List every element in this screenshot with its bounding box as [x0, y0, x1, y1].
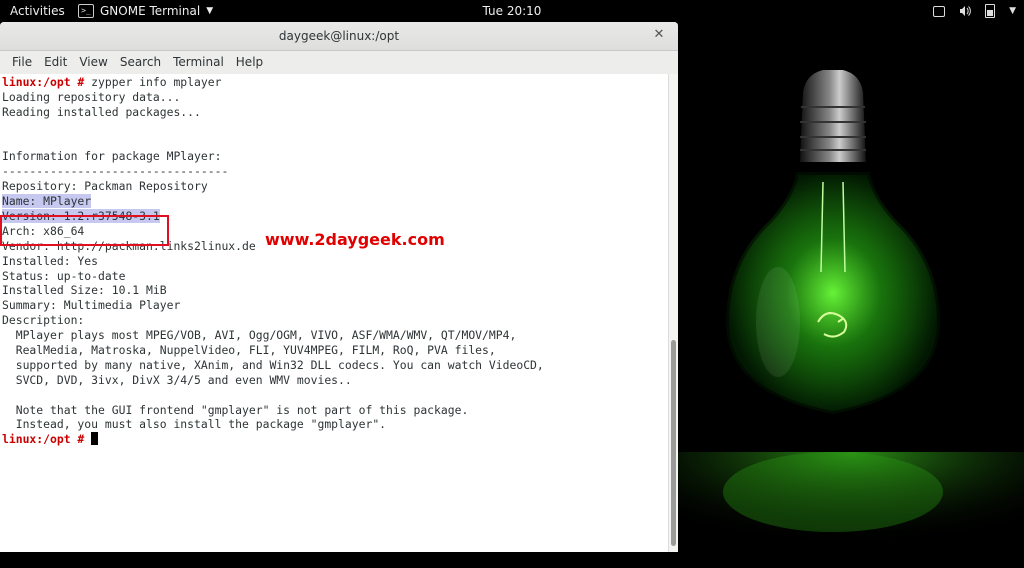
terminal-line: SVCD, DVD, 3ivx, DivX 3/4/5 and even WMV…: [0, 373, 668, 388]
line-text: Instead, you must also install the packa…: [2, 417, 387, 432]
line-text: ---------------------------------: [2, 164, 229, 179]
scrollbar-thumb[interactable]: [671, 340, 676, 546]
system-status-area[interactable]: ▼: [933, 4, 1016, 18]
prompt-line: linux:/opt #: [0, 432, 668, 447]
terminal-output[interactable]: linux:/opt # zypper info mplayer Loading …: [0, 74, 668, 552]
terminal-window: daygeek@linux:/opt ✕ File Edit View Sear…: [0, 22, 678, 552]
terminal-line: ---------------------------------: [0, 164, 668, 179]
line-text: Note that the GUI frontend "gmplayer" is…: [2, 402, 469, 417]
line-text: MPlayer plays most MPEG/VOB, AVI, Ogg/OG…: [2, 328, 517, 343]
line-text: Repository: Packman Repository: [2, 179, 208, 194]
watermark-text: www.2daygeek.com: [265, 230, 445, 249]
terminal-line: Description:: [0, 313, 668, 328]
line-text: Installed: Yes: [2, 253, 99, 268]
terminal-line: Installed Size: 10.1 MiB: [0, 283, 668, 298]
window-titlebar[interactable]: daygeek@linux:/opt ✕: [0, 22, 678, 51]
line-text: Installed Size: 10.1 MiB: [2, 283, 167, 298]
battery-icon: [985, 4, 996, 18]
clock[interactable]: Tue 20:10: [0, 4, 1024, 18]
line-text: RealMedia, Matroska, NuppelVideo, FLI, Y…: [2, 343, 496, 358]
terminal-line: supported by many native, XAnim, and Win…: [0, 358, 668, 373]
line-text: SVCD, DVD, 3ivx, DivX 3/4/5 and even WMV…: [2, 372, 352, 387]
terminal-line: Loading repository data...: [0, 90, 668, 105]
menu-view[interactable]: View: [73, 51, 113, 74]
menu-edit[interactable]: Edit: [38, 51, 73, 74]
top-bar: Activities >_ GNOME Terminal ▼ Tue 20:10…: [0, 0, 1024, 22]
terminal-line: Information for package MPlayer:: [0, 149, 668, 164]
shell-prompt: linux:/opt #: [2, 75, 85, 89]
prompt-line: linux:/opt # zypper info mplayer: [0, 75, 668, 90]
line-text: Reading installed packages...: [2, 104, 201, 119]
shell-prompt: linux:/opt #: [2, 432, 85, 447]
line-text: Summary: Multimedia Player: [2, 298, 181, 313]
terminal-line: Name: MPlayer: [0, 194, 668, 209]
terminal-line: Summary: Multimedia Player: [0, 298, 668, 313]
terminal-line: Status: up-to-date: [0, 269, 668, 284]
lightbulb-wallpaper-image: [678, 22, 1024, 568]
line-text: supported by many native, XAnim, and Win…: [2, 357, 544, 372]
line-text: [84, 432, 91, 446]
scrollbar[interactable]: [668, 74, 678, 552]
terminal-line: Instead, you must also install the packa…: [0, 417, 668, 432]
menu-bar: File Edit View Search Terminal Help: [0, 51, 678, 75]
line-text: Loading repository data...: [2, 89, 181, 104]
terminal-line: RealMedia, Matroska, NuppelVideo, FLI, Y…: [0, 343, 668, 358]
menu-help[interactable]: Help: [230, 51, 269, 74]
menu-search[interactable]: Search: [114, 51, 167, 74]
screen-icon: [933, 5, 946, 17]
terminal-line: MPlayer plays most MPEG/VOB, AVI, Ogg/OG…: [0, 328, 668, 343]
menu-terminal[interactable]: Terminal: [167, 51, 230, 74]
line-text: Information for package MPlayer:: [2, 149, 222, 164]
line-text: Status: up-to-date: [2, 268, 126, 283]
close-icon[interactable]: ✕: [652, 28, 666, 42]
terminal-line: Note that the GUI frontend "gmplayer" is…: [0, 403, 668, 418]
volume-icon: [960, 6, 971, 16]
terminal-line: Reading installed packages...: [0, 105, 668, 120]
terminal-line: Installed: Yes: [0, 254, 668, 269]
window-title: daygeek@linux:/opt: [278, 29, 400, 43]
highlighted-text: Name: MPlayer: [2, 194, 92, 209]
system-menu-caret-icon: ▼: [1009, 6, 1016, 16]
menu-file[interactable]: File: [6, 51, 38, 74]
line-text: Description:: [2, 313, 85, 328]
terminal-line: Repository: Packman Repository: [0, 179, 668, 194]
annotation-highlight-box: [0, 215, 169, 246]
terminal-cursor: [91, 432, 99, 446]
line-text: zypper info mplayer: [84, 75, 222, 89]
